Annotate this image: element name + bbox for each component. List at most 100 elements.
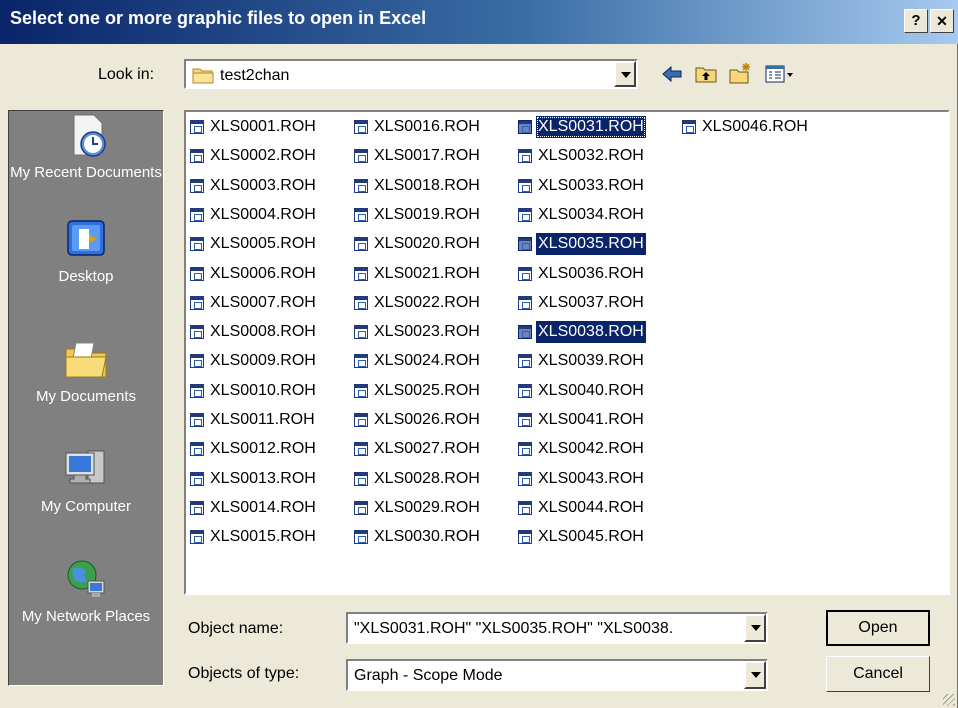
file-item[interactable]: XLS0004.ROH bbox=[190, 204, 318, 226]
file-item[interactable]: XLS0040.ROH bbox=[518, 380, 646, 402]
file-item[interactable]: XLS0033.ROH bbox=[518, 175, 646, 197]
file-name: XLS0038.ROH bbox=[536, 321, 646, 344]
roh-file-icon bbox=[518, 120, 532, 134]
file-item[interactable]: XLS0043.ROH bbox=[518, 468, 646, 490]
file-item[interactable]: XLS0012.ROH bbox=[190, 438, 318, 460]
resize-gripper[interactable] bbox=[943, 694, 955, 706]
title-bar[interactable]: Select one or more graphic files to open… bbox=[0, 0, 958, 44]
file-name: XLS0041.ROH bbox=[538, 411, 644, 428]
file-item[interactable]: XLS0002.ROH bbox=[190, 145, 318, 167]
file-item[interactable]: XLS0044.ROH bbox=[518, 497, 646, 519]
views-menu-icon[interactable] bbox=[764, 62, 794, 86]
roh-file-icon bbox=[518, 295, 532, 310]
file-item[interactable]: XLS0041.ROH bbox=[518, 409, 646, 431]
file-name: XLS0025.ROH bbox=[374, 381, 480, 399]
file-name: XLS0044.ROH bbox=[538, 498, 644, 516]
file-name: XLS0037.ROH bbox=[538, 293, 644, 311]
file-item[interactable]: XLS0009.ROH bbox=[190, 350, 318, 372]
file-name: XLS0026.ROH bbox=[374, 411, 480, 428]
roh-file-icon bbox=[354, 207, 368, 222]
file-item[interactable]: XLS0046.ROH bbox=[682, 116, 810, 138]
roh-file-icon bbox=[190, 149, 204, 164]
up-folder-icon[interactable] bbox=[694, 62, 718, 86]
file-name: XLS0022.ROH bbox=[374, 293, 480, 311]
file-name: XLS0013.ROH bbox=[210, 469, 316, 487]
file-item[interactable]: XLS0017.ROH bbox=[354, 145, 482, 167]
file-item[interactable]: XLS0023.ROH bbox=[354, 321, 482, 343]
file-item[interactable]: XLS0030.ROH bbox=[354, 526, 482, 548]
file-name: XLS0005.ROH bbox=[210, 235, 316, 253]
file-item[interactable]: XLS0037.ROH bbox=[518, 292, 646, 314]
roh-file-icon bbox=[190, 178, 204, 193]
file-item[interactable]: XLS0006.ROH bbox=[190, 263, 318, 285]
file-item[interactable]: XLS0020.ROH bbox=[354, 233, 482, 255]
file-item[interactable]: XLS0016.ROH bbox=[354, 116, 482, 138]
file-item[interactable]: XLS0022.ROH bbox=[354, 292, 482, 314]
object-name-dropdown-arrow[interactable] bbox=[744, 614, 766, 642]
object-name-value: "XLS0031.ROH" "XLS0035.ROH" "XLS0038. bbox=[354, 620, 674, 637]
folder-icon bbox=[192, 68, 214, 84]
object-name-input[interactable]: "XLS0031.ROH" "XLS0035.ROH" "XLS0038. bbox=[346, 612, 768, 644]
place-network-places[interactable]: My Network Places bbox=[9, 555, 163, 627]
file-name: XLS0011.ROH bbox=[210, 411, 315, 428]
file-item[interactable]: XLS0042.ROH bbox=[518, 438, 646, 460]
my-computer-icon bbox=[65, 450, 105, 484]
file-item[interactable]: XLS0034.ROH bbox=[518, 204, 646, 226]
file-name: XLS0042.ROH bbox=[538, 440, 644, 458]
file-name: XLS0009.ROH bbox=[210, 352, 316, 370]
file-item[interactable]: XLS0001.ROH bbox=[190, 116, 318, 138]
open-button[interactable]: Open bbox=[826, 610, 930, 646]
file-item[interactable]: XLS0003.ROH bbox=[190, 175, 318, 197]
file-item[interactable]: XLS0028.ROH bbox=[354, 468, 482, 490]
file-item[interactable]: XLS0019.ROH bbox=[354, 204, 482, 226]
file-item[interactable]: XLS0013.ROH bbox=[190, 468, 318, 490]
file-name: XLS0028.ROH bbox=[374, 469, 480, 487]
file-item[interactable]: XLS0039.ROH bbox=[518, 350, 646, 372]
look-in-dropdown[interactable]: test2chan bbox=[184, 59, 638, 89]
object-type-dropdown[interactable]: Graph - Scope Mode bbox=[346, 659, 768, 691]
new-folder-icon[interactable] bbox=[728, 62, 752, 86]
back-arrow-icon[interactable] bbox=[660, 62, 684, 86]
file-item[interactable]: XLS0018.ROH bbox=[354, 175, 482, 197]
object-type-dropdown-arrow[interactable] bbox=[744, 661, 766, 689]
file-item[interactable]: XLS0014.ROH bbox=[190, 497, 318, 519]
object-type-label: Objects of type: bbox=[188, 665, 300, 682]
file-item[interactable]: XLS0005.ROH bbox=[190, 233, 318, 255]
file-name: XLS0012.ROH bbox=[210, 440, 316, 458]
close-button[interactable]: ✕ bbox=[930, 9, 954, 33]
file-item[interactable]: XLS0007.ROH bbox=[190, 292, 318, 314]
file-name: XLS0043.ROH bbox=[538, 469, 644, 487]
file-item[interactable]: XLS0031.ROH bbox=[518, 116, 646, 138]
file-name: XLS0018.ROH bbox=[374, 176, 480, 194]
file-list[interactable]: XLS0001.ROH XLS0002.ROH XLS0003.ROH XLS0004… bbox=[184, 110, 950, 595]
file-item[interactable]: XLS0038.ROH bbox=[518, 321, 646, 344]
file-item[interactable]: XLS0015.ROH bbox=[190, 526, 318, 548]
place-my-computer[interactable]: My Computer bbox=[9, 445, 163, 517]
file-item[interactable]: XLS0026.ROH bbox=[354, 409, 482, 431]
look-in-dropdown-arrow[interactable] bbox=[614, 61, 636, 87]
place-my-documents[interactable]: My Documents bbox=[9, 335, 163, 407]
file-item[interactable]: XLS0027.ROH bbox=[354, 438, 482, 460]
place-desktop[interactable]: Desktop bbox=[9, 215, 163, 287]
file-item[interactable]: XLS0036.ROH bbox=[518, 263, 646, 285]
help-button[interactable]: ? bbox=[904, 9, 928, 33]
roh-file-icon bbox=[518, 207, 532, 222]
file-item[interactable]: XLS0010.ROH bbox=[190, 380, 318, 402]
object-name-label: Object name: bbox=[188, 620, 284, 637]
file-name: XLS0024.ROH bbox=[374, 352, 480, 370]
file-item[interactable]: XLS0029.ROH bbox=[354, 497, 482, 519]
place-recent-documents[interactable]: My Recent Documents bbox=[9, 111, 163, 183]
recent-documents-icon bbox=[73, 114, 106, 157]
dialog-title: Select one or more graphic files to open… bbox=[10, 8, 427, 28]
file-item[interactable]: XLS0011.ROH bbox=[190, 409, 317, 431]
file-name: XLS0001.ROH bbox=[210, 118, 316, 135]
file-item[interactable]: XLS0035.ROH bbox=[518, 233, 646, 256]
file-item[interactable]: XLS0008.ROH bbox=[190, 321, 318, 343]
file-item[interactable]: XLS0024.ROH bbox=[354, 350, 482, 372]
file-item[interactable]: XLS0025.ROH bbox=[354, 380, 482, 402]
cancel-button[interactable]: Cancel bbox=[826, 656, 930, 692]
file-item[interactable]: XLS0032.ROH bbox=[518, 145, 646, 167]
roh-file-icon bbox=[354, 120, 368, 134]
file-item[interactable]: XLS0045.ROH bbox=[518, 526, 646, 548]
file-item[interactable]: XLS0021.ROH bbox=[354, 263, 482, 285]
